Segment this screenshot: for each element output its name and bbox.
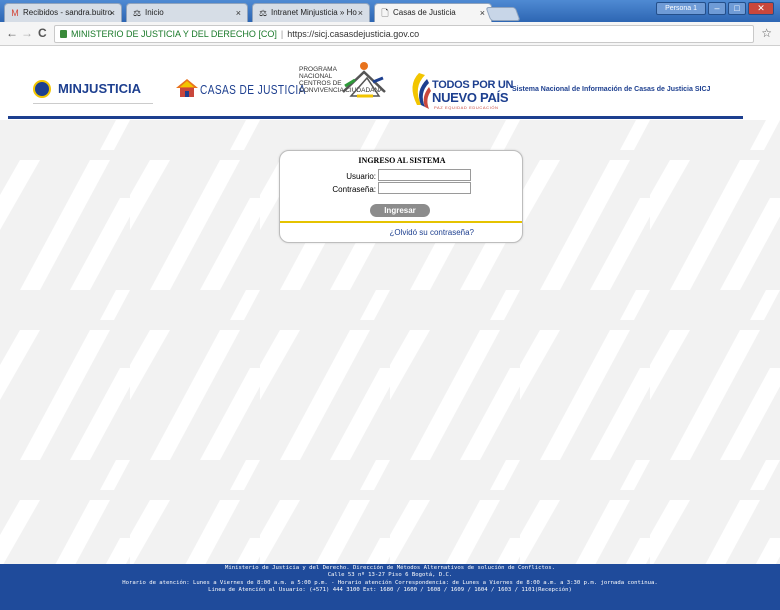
bookmark-star-icon[interactable]: ☆ (761, 26, 772, 40)
back-button[interactable]: ← (6, 26, 18, 40)
login-title: INGRESO AL SISTEMA (358, 156, 446, 165)
coat-of-arms-icon (33, 80, 51, 98)
window-controls: Persona 1 – □ ✕ (656, 2, 774, 16)
close-window-button[interactable]: ✕ (748, 2, 774, 15)
address-bar: ← → C MINISTERIO DE JUSTICIA Y DEL DEREC… (0, 22, 780, 46)
tab-inicio[interactable]: ⚖ Inicio × (126, 3, 248, 22)
tab-label: Recibidos - sandra.buitro (23, 8, 112, 17)
close-icon[interactable]: × (358, 4, 363, 22)
lock-icon (60, 30, 67, 38)
tab-label: Inicio (145, 8, 164, 17)
gmail-icon: M (11, 8, 19, 18)
logo-divider (33, 103, 153, 104)
todos-por-un-nuevo-pais-logo: TODOS POR UN NUEVO PAÍS PAZ EQUIDAD EDUC… (405, 61, 515, 117)
tab-casas-de-justicia[interactable]: 🗋 Casas de Justicia × (374, 3, 492, 22)
reload-button[interactable]: C (38, 26, 47, 40)
scales-icon: ⚖ (132, 8, 142, 18)
casas-de-justicia-logo: CASAS DE JUSTICIA (176, 78, 305, 100)
login-panel: INGRESO AL SISTEMA Usuario: Contraseña: … (279, 150, 523, 243)
url-text: https://sicj.casasdejusticia.gov.co (287, 29, 420, 39)
site-footer: Ministerio de Justicia y del Derecho. Di… (0, 564, 780, 610)
footer-line-4: Linea de Atención al Usuario: (+571) 444… (208, 587, 572, 594)
house-icon (176, 79, 198, 97)
tab-label: Casas de Justicia (393, 8, 456, 17)
maximize-button[interactable]: □ (728, 2, 746, 15)
tab-recibidos[interactable]: M Recibidos - sandra.buitro × (4, 3, 122, 22)
footer-line-2: Calle 53 nº 13-27 Piso 6 Bogotá, D.C. (327, 572, 453, 579)
tab-label: Intranet Minjusticia » Ho (271, 8, 357, 17)
url-separator: | (280, 29, 284, 39)
people-roof-icon (342, 62, 386, 98)
minjusticia-text: MINJUSTICIA (58, 81, 142, 96)
close-icon[interactable]: × (236, 4, 241, 22)
casas-text: CASAS DE JUSTICIA (200, 82, 306, 97)
new-tab-button[interactable] (485, 7, 521, 21)
scales-icon: ⚖ (258, 8, 268, 18)
browser-titlebar: M Recibidos - sandra.buitro × ⚖ Inicio ×… (0, 0, 780, 22)
close-icon[interactable]: × (110, 4, 115, 22)
profile-button[interactable]: Persona 1 (656, 2, 706, 15)
minimize-button[interactable]: – (708, 2, 726, 15)
flag-swoosh-icon (412, 73, 431, 109)
header-rule (8, 116, 743, 119)
forgot-password-link[interactable]: ¿Olvidó su contraseña? (390, 228, 475, 237)
programa-centros-logo: PROGRAMA NACIONAL CENTROS DE CONVIVENCIA… (299, 56, 389, 116)
forward-button[interactable]: → (21, 26, 33, 40)
tab-intranet[interactable]: ⚖ Intranet Minjusticia » Ho × (252, 3, 370, 22)
tpn-line3: PAZ EQUIDAD EDUCACIÓN (434, 105, 499, 110)
user-input[interactable] (378, 169, 471, 181)
tpn-line2: NUEVO PAÍS (432, 90, 509, 105)
system-title: Sistema Nacional de Información de Casas… (512, 86, 711, 93)
login-divider (280, 221, 522, 223)
user-label: Usuario: (346, 172, 376, 181)
close-icon[interactable]: × (480, 4, 485, 22)
password-input[interactable] (378, 182, 471, 194)
url-input[interactable]: MINISTERIO DE JUSTICIA Y DEL DERECHO [CO… (54, 25, 754, 43)
site-identity: MINISTERIO DE JUSTICIA Y DEL DERECHO [CO… (71, 29, 277, 39)
password-label: Contraseña: (332, 185, 376, 194)
page-icon: 🗋 (381, 8, 389, 18)
login-button[interactable]: Ingresar (370, 204, 430, 217)
minjusticia-logo: MINJUSTICIA (33, 78, 153, 104)
